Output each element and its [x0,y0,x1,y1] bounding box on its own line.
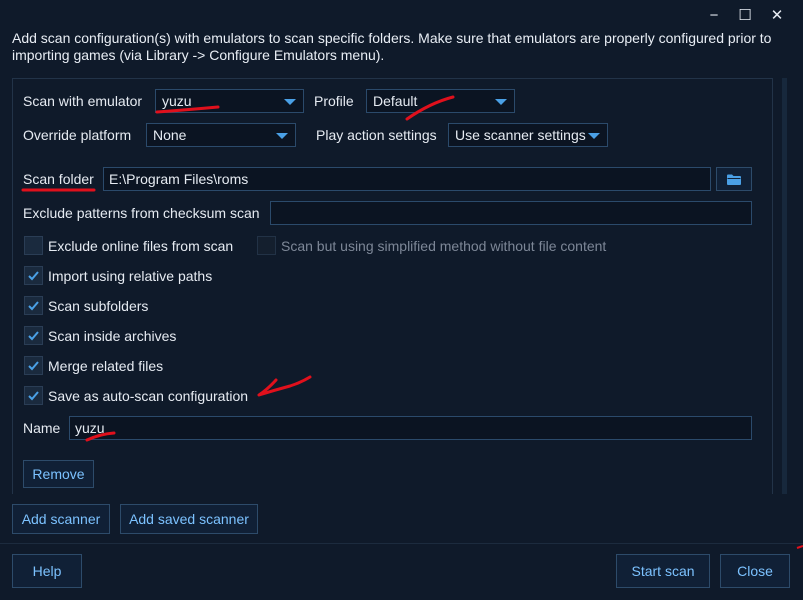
play-action-value: Use scanner settings [455,127,586,143]
emulator-select[interactable]: yuzu [155,89,304,113]
minimize-icon[interactable]: − [703,4,725,26]
scan-subfolders-label: Scan subfolders [48,298,149,314]
close-window-icon[interactable]: ✕ [766,4,788,26]
remove-button[interactable]: Remove [23,460,94,488]
maximize-icon[interactable]: ☐ [734,4,756,26]
checkmark-icon [28,361,39,371]
intro-text: Add scan configuration(s) with emulators… [12,30,772,63]
name-input[interactable]: yuzu [69,416,752,440]
relative-paths-checkbox[interactable] [24,266,43,285]
exclude-patterns-input[interactable] [270,201,752,225]
simplified-scan-checkbox[interactable] [257,236,276,255]
scan-folder-input[interactable]: E:\Program Files\roms [103,167,711,191]
chevron-down-icon [588,133,600,139]
chevron-down-icon [276,133,288,139]
play-action-label: Play action settings [316,127,437,143]
chevron-down-icon [284,99,296,105]
exclude-patterns-label: Exclude patterns from checksum scan [23,205,260,221]
scan-dialog: − ☐ ✕ Add scan configuration(s) with emu… [0,0,803,600]
browse-folder-button[interactable] [716,167,752,191]
checkmark-icon [28,301,39,311]
footer-separator [0,543,803,544]
checkmark-icon [28,391,39,401]
panel-scrollbar[interactable] [782,78,787,494]
scan-folder-label: Scan folder [23,171,94,187]
annotation-corner-mark [796,545,803,549]
platform-select[interactable]: None [146,123,296,147]
checkmark-icon [28,331,39,341]
profile-select[interactable]: Default [366,89,515,113]
scan-subfolders-checkbox[interactable] [24,296,43,315]
auto-scan-label: Save as auto-scan configuration [48,388,249,404]
platform-label: Override platform [23,127,132,143]
exclude-online-label: Exclude online files from scan [48,238,234,254]
folder-icon [727,174,741,185]
relative-paths-label: Import using relative paths [48,268,213,284]
help-button[interactable]: Help [12,554,82,588]
platform-value: None [153,127,187,143]
scan-archives-checkbox[interactable] [24,326,43,345]
merge-files-checkbox[interactable] [24,356,43,375]
chevron-down-icon [495,99,507,105]
add-scanner-button[interactable]: Add scanner [12,504,110,534]
name-label: Name [23,420,61,436]
scan-archives-label: Scan inside archives [48,328,177,344]
emulator-value: yuzu [162,93,192,109]
profile-label: Profile [314,93,354,109]
merge-files-label: Merge related files [48,358,164,374]
emulator-label: Scan with emulator [23,93,143,109]
start-scan-button[interactable]: Start scan [616,554,710,588]
profile-value: Default [373,93,418,109]
exclude-online-checkbox[interactable] [24,236,43,255]
auto-scan-checkbox[interactable] [24,386,43,405]
close-button[interactable]: Close [720,554,790,588]
play-action-select[interactable]: Use scanner settings [448,123,608,147]
checkmark-icon [28,271,39,281]
add-saved-scanner-button[interactable]: Add saved scanner [120,504,258,534]
simplified-scan-label: Scan but using simplified method without… [281,238,607,254]
